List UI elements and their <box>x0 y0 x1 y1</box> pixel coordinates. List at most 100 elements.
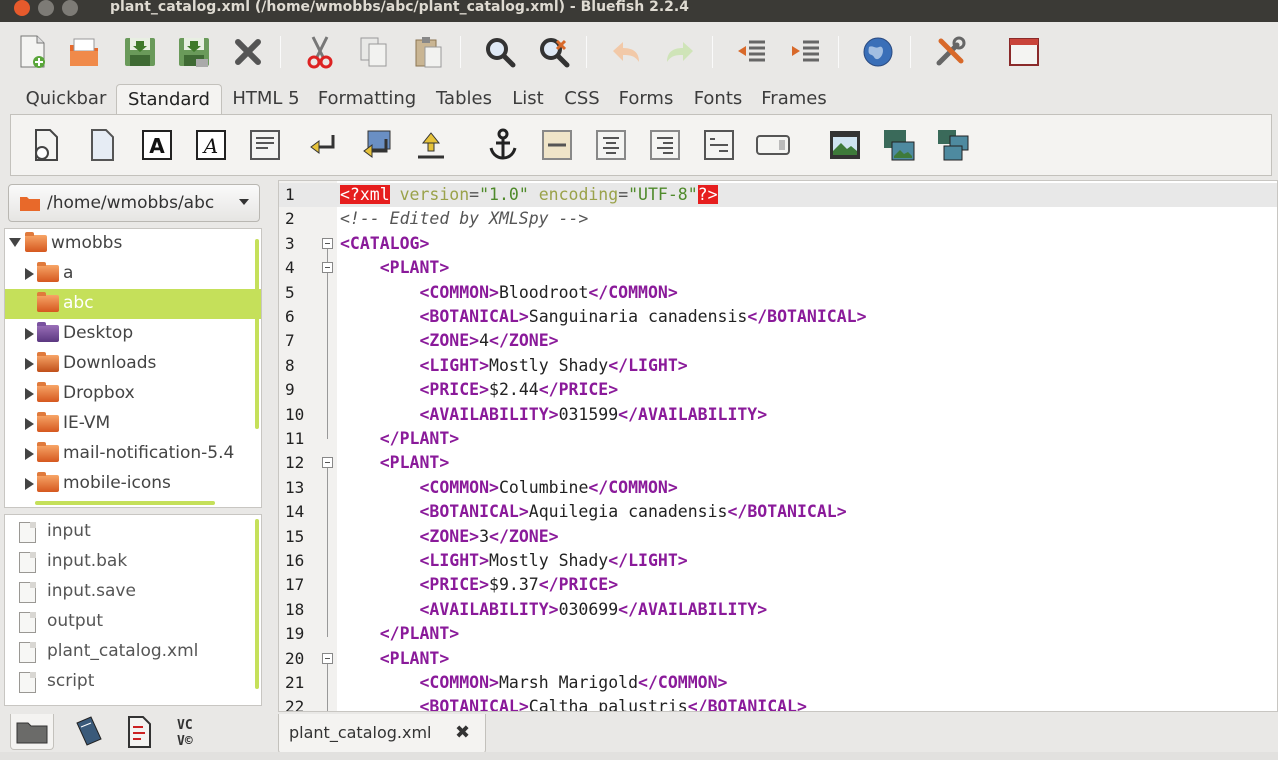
quickstart-icon[interactable] <box>27 125 67 165</box>
multi-thumbnail-icon[interactable] <box>933 125 973 165</box>
code-line[interactable]: 1 <?xml version="1.0" encoding="UTF-8"?> <box>279 183 1277 208</box>
replace-icon[interactable] <box>534 32 574 72</box>
indent-icon[interactable] <box>786 32 826 72</box>
code-line[interactable]: 2 <!-- Edited by XMLSpy --> <box>279 207 1277 231</box>
tab-formatting[interactable]: Formatting <box>312 84 422 114</box>
paragraph-icon[interactable] <box>245 125 285 165</box>
tree-item-abc[interactable]: abc <box>5 289 261 319</box>
expander-closed-icon[interactable] <box>25 268 34 280</box>
paste-icon[interactable] <box>408 32 448 72</box>
expander-closed-icon[interactable] <box>25 478 34 490</box>
preview-browser-icon[interactable] <box>858 32 898 72</box>
copy-icon[interactable] <box>354 32 394 72</box>
anchor-icon[interactable] <box>483 125 523 165</box>
tab-html5[interactable]: HTML 5 <box>228 84 304 114</box>
tab-tables[interactable]: Tables <box>430 84 498 114</box>
code-line[interactable]: 6 <BOTANICAL>Sanguinaria canadensis</BOT… <box>279 305 1277 329</box>
tab-css[interactable]: CSS <box>558 84 606 114</box>
code-line[interactable]: 15 <ZONE>3</ZONE> <box>279 525 1277 549</box>
document-tab[interactable]: plant_catalog.xml ✖ <box>278 714 486 754</box>
filebrowser-icon[interactable] <box>10 714 54 750</box>
break-icon[interactable] <box>303 125 343 165</box>
code-line[interactable]: 11 </PLANT> <box>279 427 1277 451</box>
redo-icon[interactable] <box>660 32 700 72</box>
directory-tree[interactable]: wmobbs a abc Desktop Downloads Dropbox I… <box>4 228 262 508</box>
code-line[interactable]: 21 <COMMON>Marsh Marigold</COMMON> <box>279 671 1277 695</box>
snippets-icon[interactable]: VC V© <box>170 714 214 750</box>
tree-hscrollbar[interactable] <box>35 501 215 505</box>
thumbnail-icon[interactable] <box>879 125 919 165</box>
right-justify-icon[interactable] <box>645 125 685 165</box>
bold-icon[interactable]: A <box>137 125 177 165</box>
tree-item-desktop[interactable]: Desktop <box>5 319 261 349</box>
code-line[interactable]: 10 <AVAILABILITY>031599</AVAILABILITY> <box>279 403 1277 427</box>
tab-list[interactable]: List <box>506 84 550 114</box>
file-item-script[interactable]: script <box>5 667 261 697</box>
file-item-input-save[interactable]: input.save <box>5 577 261 607</box>
code-line[interactable]: 12 <PLANT> <box>279 451 1277 475</box>
tab-frames[interactable]: Frames <box>758 84 830 114</box>
code-line[interactable]: 17 <PRICE>$9.37</PRICE> <box>279 573 1277 597</box>
fold-toggle-icon[interactable] <box>322 237 333 249</box>
file-item-input[interactable]: input <box>5 517 261 547</box>
tab-standard[interactable]: Standard <box>116 84 222 114</box>
code-line[interactable]: 18 <AVAILABILITY>030699</AVAILABILITY> <box>279 598 1277 622</box>
code-line[interactable]: 19 </PLANT> <box>279 622 1277 646</box>
comment-icon[interactable] <box>699 125 739 165</box>
code-editor[interactable]: 1 <?xml version="1.0" encoding="UTF-8"?> 2… <box>278 180 1278 712</box>
preferences-icon[interactable] <box>930 32 970 72</box>
code-line[interactable]: 22 <BOTANICAL>Caltha palustris</BOTANICA… <box>279 695 1277 711</box>
italic-icon[interactable]: A <box>191 125 231 165</box>
fold-toggle-icon[interactable] <box>322 652 333 664</box>
expander-closed-icon[interactable] <box>25 358 34 370</box>
expander-closed-icon[interactable] <box>25 388 34 400</box>
code-line[interactable]: 3 <CATALOG> <box>279 232 1277 256</box>
close-tab-icon[interactable]: ✖ <box>455 722 470 743</box>
code-line[interactable]: 13 <COMMON>Columbine</COMMON> <box>279 476 1277 500</box>
body-icon[interactable] <box>83 125 123 165</box>
tree-item-mail-notification[interactable]: mail-notification-5.4 <box>5 439 261 469</box>
fold-toggle-icon[interactable] <box>322 457 333 469</box>
new-file-icon[interactable] <box>12 32 52 72</box>
code-line[interactable]: 20 <PLANT> <box>279 647 1277 671</box>
tab-fonts[interactable]: Fonts <box>686 84 750 114</box>
close-file-icon[interactable] <box>228 32 268 72</box>
code-line[interactable]: 7 <ZONE>4</ZONE> <box>279 329 1277 353</box>
directory-combo[interactable]: /home/wmobbs/abc <box>8 184 260 222</box>
chevron-down-icon[interactable] <box>239 199 249 205</box>
code-line[interactable]: 14 <BOTANICAL>Aquilegia canadensis</BOTA… <box>279 500 1277 524</box>
center-icon[interactable] <box>591 125 631 165</box>
nbsp-icon[interactable] <box>411 125 451 165</box>
file-list-scrollbar[interactable] <box>255 519 259 689</box>
undo-icon[interactable] <box>606 32 646 72</box>
tree-item-wmobbs[interactable]: wmobbs <box>5 229 261 259</box>
code-line[interactable]: 8 <LIGHT>Mostly Shady</LIGHT> <box>279 354 1277 378</box>
file-item-input-bak[interactable]: input.bak <box>5 547 261 577</box>
code-line[interactable]: 16 <LIGHT>Mostly Shady</LIGHT> <box>279 549 1277 573</box>
email-icon[interactable] <box>753 125 793 165</box>
expander-closed-icon[interactable] <box>25 418 34 430</box>
file-item-output[interactable]: output <box>5 607 261 637</box>
fullscreen-icon[interactable] <box>1004 32 1044 72</box>
expander-closed-icon[interactable] <box>25 328 34 340</box>
cut-icon[interactable] <box>300 32 340 72</box>
save-icon[interactable] <box>120 32 160 72</box>
code-line[interactable]: 4 <PLANT> <box>279 256 1277 280</box>
bookmarks-icon[interactable] <box>66 714 110 750</box>
window-close-button[interactable] <box>14 0 30 16</box>
unindent-icon[interactable] <box>732 32 772 72</box>
code-line[interactable]: 5 <COMMON>Bloodroot</COMMON> <box>279 281 1277 305</box>
tab-quickbar[interactable]: Quickbar <box>22 84 110 114</box>
tree-item-downloads[interactable]: Downloads <box>5 349 261 379</box>
code-line[interactable]: 9 <PRICE>$2.44</PRICE> <box>279 378 1277 402</box>
tree-scrollbar[interactable] <box>255 239 259 429</box>
image-icon[interactable] <box>825 125 865 165</box>
save-as-icon[interactable] <box>174 32 214 72</box>
expander-closed-icon[interactable] <box>25 448 34 460</box>
charmap-icon[interactable] <box>118 714 162 750</box>
window-maximize-button[interactable] <box>62 0 78 16</box>
file-list[interactable]: input input.bak input.save output plant_… <box>4 514 262 706</box>
tree-item-ie-vm[interactable]: IE-VM <box>5 409 261 439</box>
tab-forms[interactable]: Forms <box>614 84 678 114</box>
tree-item-mobile-icons[interactable]: mobile-icons <box>5 469 261 499</box>
